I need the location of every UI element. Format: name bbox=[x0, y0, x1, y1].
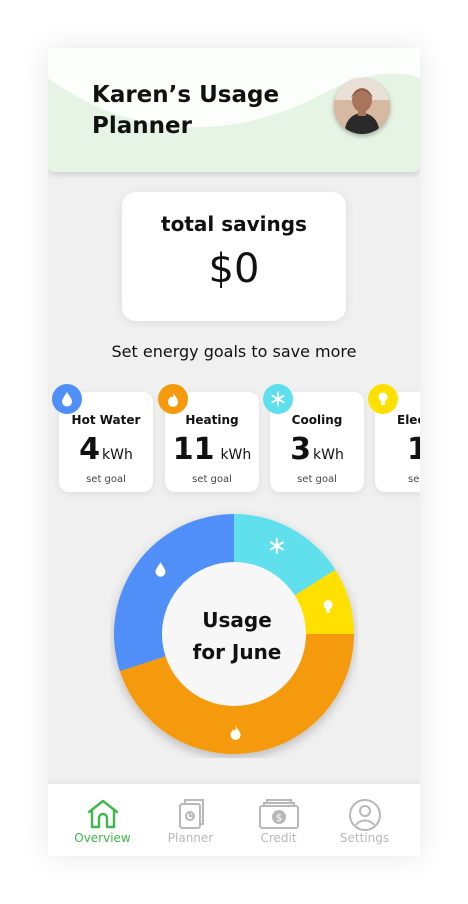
nav-planner[interactable]: Planner bbox=[144, 784, 237, 856]
header: Karen’s Usage Planner bbox=[48, 48, 420, 172]
total-savings-card: total savings $0 bbox=[122, 192, 346, 321]
goal-card-amount: 4 kWh bbox=[59, 432, 153, 467]
goal-card-cooling[interactable]: Cooling 3 kWh set goal bbox=[263, 384, 364, 492]
usage-chart-label: Usage for June bbox=[165, 604, 309, 668]
nav-label: Planner bbox=[167, 831, 214, 845]
avatar-photo bbox=[334, 78, 390, 134]
goal-card-heating[interactable]: Heating 11 kWh set goal bbox=[158, 384, 259, 492]
total-savings-label: total savings bbox=[161, 212, 307, 236]
goal-card-title: Cooling bbox=[291, 413, 343, 427]
goal-card-amount: 11 kWh bbox=[165, 432, 259, 467]
set-goal-link[interactable]: set goal bbox=[165, 474, 259, 485]
goal-card-title: Elec bbox=[397, 413, 420, 427]
flame-icon bbox=[158, 384, 188, 414]
user-circle-icon bbox=[348, 799, 381, 831]
goal-card-amount: 3 kWh bbox=[270, 432, 364, 467]
house-icon bbox=[87, 799, 118, 829]
energy-goals-prompt: Set energy goals to save more bbox=[111, 342, 357, 361]
goal-card-value: 4 bbox=[79, 432, 101, 467]
goal-card-title: Hot Water bbox=[71, 413, 141, 427]
set-goal-link[interactable]: set goal bbox=[59, 474, 153, 485]
nav-overview[interactable]: Overview bbox=[56, 784, 149, 856]
credit-icon: $ bbox=[258, 799, 299, 829]
goal-card-value: 1 bbox=[407, 432, 420, 467]
app-screen: Karen’s Usage Planner total savings $0 S… bbox=[48, 48, 420, 856]
goal-card-title: Heating bbox=[185, 413, 239, 427]
usage-chart-label-line2: for June bbox=[192, 640, 282, 664]
svg-text:$: $ bbox=[275, 813, 281, 824]
goal-card-value: 3 bbox=[290, 432, 312, 467]
goal-card-unit: kWh bbox=[313, 447, 344, 463]
goal-card-hot-water[interactable]: Hot Water 4 kWh set goal bbox=[52, 384, 153, 492]
nav-label: Settings bbox=[339, 831, 390, 845]
page-title-line1: Karen’s Usage bbox=[92, 82, 280, 108]
bottom-navigation: Overview Planner $ Credit Settings bbox=[48, 784, 420, 856]
nav-label: Credit bbox=[260, 831, 297, 845]
planner-icon bbox=[178, 799, 204, 829]
nav-label: Overview bbox=[74, 831, 131, 845]
usage-chart-label-line1: Usage bbox=[202, 608, 272, 632]
set-goal-link[interactable]: se bbox=[375, 474, 420, 485]
goal-card-amount: 1 bbox=[375, 432, 420, 467]
goal-card-unit: kWh bbox=[220, 447, 252, 463]
nav-settings[interactable]: Settings bbox=[318, 784, 411, 856]
goal-card-value: 11 bbox=[172, 432, 215, 467]
goal-card-electricity[interactable]: Elec 1 se bbox=[368, 384, 420, 492]
nav-credit[interactable]: $ Credit bbox=[232, 784, 325, 856]
avatar[interactable] bbox=[334, 78, 390, 134]
total-savings-value: $0 bbox=[208, 246, 260, 292]
page-title: Karen’s Usage Planner bbox=[92, 80, 279, 142]
lightbulb-icon bbox=[368, 384, 398, 414]
snowflake-icon bbox=[263, 384, 293, 414]
page-title-line2: Planner bbox=[92, 113, 192, 139]
goal-card-unit: kWh bbox=[102, 447, 133, 463]
water-drop-icon bbox=[52, 384, 82, 414]
set-goal-link[interactable]: set goal bbox=[270, 474, 364, 485]
